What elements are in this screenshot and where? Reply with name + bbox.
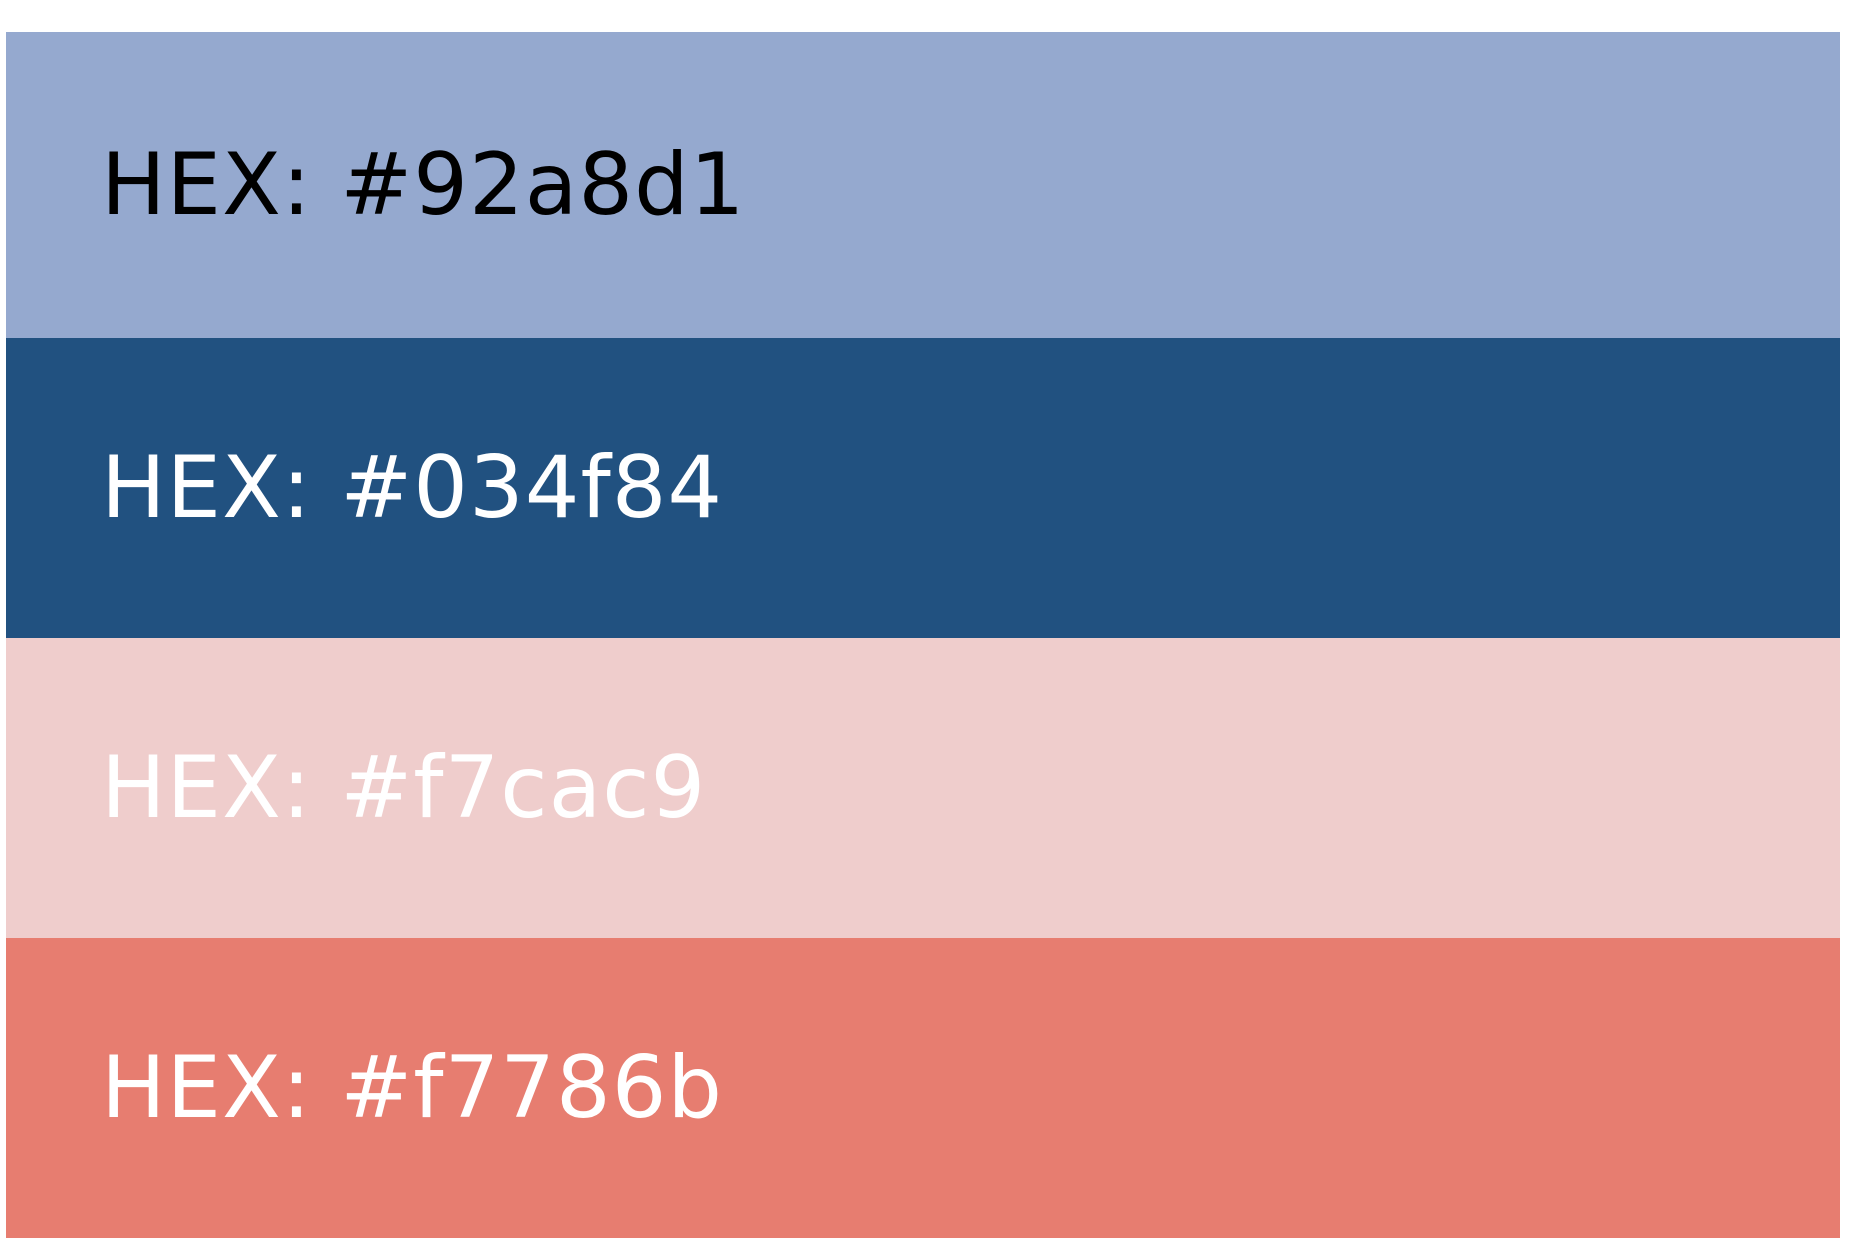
swatch-hex-label: HEX: #f7cac9 (101, 738, 707, 838)
color-swatch-1: HEX: #92a8d1 (6, 32, 1840, 338)
color-palette: HEX: #92a8d1 HEX: #034f84 HEX: #f7cac9 H… (6, 32, 1840, 1238)
color-swatch-2: HEX: #034f84 (6, 338, 1840, 638)
color-swatch-4: HEX: #f7786b (6, 938, 1840, 1238)
swatch-hex-label: HEX: #f7786b (101, 1038, 724, 1138)
color-swatch-3: HEX: #f7cac9 (6, 638, 1840, 938)
swatch-hex-label: HEX: #92a8d1 (101, 135, 746, 235)
swatch-hex-label: HEX: #034f84 (101, 438, 724, 538)
